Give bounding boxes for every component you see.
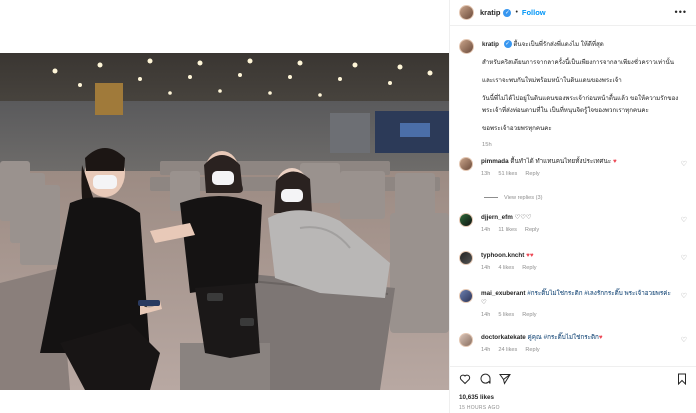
caption-line-4: วันนี้พี่ไม่ได้ไปอยู่ในดินแดนของพระเจ้าก… — [482, 95, 679, 114]
post-likes-count[interactable]: 10,635 likes — [459, 394, 494, 401]
comment-item: doctorkatekate คู่คุณ #กระติ๊บไม่ใช่กระต… — [459, 333, 691, 353]
like-heart-icon[interactable] — [459, 373, 471, 385]
caption-username[interactable]: kratip — [482, 41, 499, 48]
post-photo[interactable] — [0, 53, 449, 390]
commenter-username[interactable]: doctorkatekate — [481, 334, 526, 341]
post-side-panel: kratip ✓ • Follow ••• kratip ✓ ตื้นจะเป็… — [449, 0, 696, 413]
comment-text: ตื้นทำได้ ทำแทนคนไทยทั้งประเทศนะ — [510, 158, 612, 165]
like-comment-heart-icon[interactable]: ♡ — [681, 160, 687, 168]
follow-button[interactable]: Follow — [522, 8, 546, 17]
post-action-bar — [450, 366, 696, 386]
caption-text: kratip ✓ ตื้นจะเป็นพี่รักส่งพี่แดงไม ให้… — [482, 39, 687, 151]
reply-button[interactable]: Reply — [525, 227, 539, 233]
comment-likes[interactable]: 51 likes — [498, 171, 517, 177]
like-comment-heart-icon[interactable]: ♡ — [681, 336, 687, 344]
post-header: kratip ✓ • Follow ••• — [450, 0, 696, 26]
caption-line-2: สำหรับคริสเตียนการจากลาครั้งนี้เป็นเพียง… — [482, 59, 674, 66]
author-avatar[interactable] — [459, 5, 474, 20]
caption-time: 15h — [482, 142, 492, 148]
post-timestamp: 15 HOURS AGO — [459, 405, 500, 411]
comment-bubble-icon[interactable] — [479, 373, 491, 385]
view-replies-button[interactable]: View replies (3) — [484, 195, 542, 201]
reply-button[interactable]: Reply — [525, 347, 539, 353]
comment-likes[interactable]: 4 likes — [498, 265, 514, 271]
more-horizontal-icon[interactable]: ••• — [675, 7, 687, 17]
caption-line-3: และเราจะพบกันใหม่พร้อมหน้าในดินแดนของพระ… — [482, 77, 622, 84]
commenter-username[interactable]: djjern_efm — [481, 214, 513, 221]
caption-line-1: ตื้นจะเป็นพี่รักส่งพี่แดงไม ให้ดีที่สุด — [513, 41, 604, 48]
heart-emoji: ♥ — [612, 158, 617, 165]
heart-emoji: ♥ — [598, 334, 603, 341]
author-username[interactable]: kratip — [480, 8, 500, 17]
commenter-avatar[interactable] — [459, 251, 473, 265]
like-comment-heart-icon[interactable]: ♡ — [681, 292, 687, 300]
like-comment-heart-icon[interactable]: ♡ — [681, 216, 687, 224]
comment-time: 14h — [481, 227, 491, 233]
commenter-avatar[interactable] — [459, 157, 473, 171]
commenter-username[interactable]: mai_exuberant — [481, 290, 525, 297]
comment-likes[interactable]: 11 likes — [498, 227, 517, 233]
comment-likes[interactable]: 24 likes — [498, 347, 517, 353]
comment-time: 13h — [481, 171, 491, 177]
comment-text: ♥♥ — [526, 252, 534, 259]
verified-badge-icon: ✓ — [503, 8, 512, 17]
caption-author-avatar[interactable] — [459, 39, 474, 54]
reply-button[interactable]: Reply — [522, 265, 536, 271]
comment-time: 14h — [481, 347, 491, 353]
post-photo-image — [0, 53, 449, 390]
caption-line-5: ขอพระเจ้าอวยพรทุกคนคะ — [482, 125, 552, 132]
comment-item: typhoon.kncht ♥♥ 14h 4 likes Reply ♡ — [459, 251, 691, 271]
comment-likes[interactable]: 5 likes — [498, 312, 514, 318]
post-caption: kratip ✓ ตื้นจะเป็นพี่รักส่งพี่แดงไม ให้… — [459, 39, 691, 151]
comment-text[interactable]: คู่คุณ #กระติ๊บไม่ใช่กระติก — [528, 334, 599, 341]
comment-time: 14h — [481, 265, 491, 271]
reply-button[interactable]: Reply — [525, 171, 539, 177]
photo-pane — [0, 0, 449, 413]
heart-emoji: ♡ — [481, 299, 487, 306]
comment-time: 14h — [481, 312, 491, 318]
like-comment-heart-icon[interactable]: ♡ — [681, 254, 687, 262]
commenter-avatar[interactable] — [459, 333, 473, 347]
commenter-avatar[interactable] — [459, 213, 473, 227]
separator-dot: • — [515, 9, 518, 16]
save-bookmark-icon[interactable] — [676, 373, 688, 385]
commenter-avatar[interactable] — [459, 289, 473, 303]
comment-item: mai_exuberant #กระติ๊บไม่ใช่กระติก #เลงร… — [459, 289, 691, 318]
share-paper-plane-icon[interactable] — [499, 373, 511, 385]
comments-list[interactable]: kratip ✓ ตื้นจะเป็นพี่รักส่งพี่แดงไม ให้… — [450, 33, 696, 363]
comment-item: pimmada ตื้นทำได้ ทำแทนคนไทยทั้งประเทศนะ… — [459, 157, 691, 177]
comment-text[interactable]: #กระติ๊บไม่ใช่กระติก #เลงรักกระติ๊บ พระเ… — [527, 290, 671, 297]
comment-text: ♡♡♡ — [514, 214, 532, 221]
verified-badge-icon: ✓ — [503, 40, 512, 49]
comment-item: djjern_efm ♡♡♡ 14h 11 likes Reply ♡ — [459, 213, 691, 233]
reply-button[interactable]: Reply — [522, 312, 536, 318]
commenter-username[interactable]: pimmada — [481, 158, 509, 165]
commenter-username[interactable]: typhoon.kncht — [481, 252, 524, 259]
